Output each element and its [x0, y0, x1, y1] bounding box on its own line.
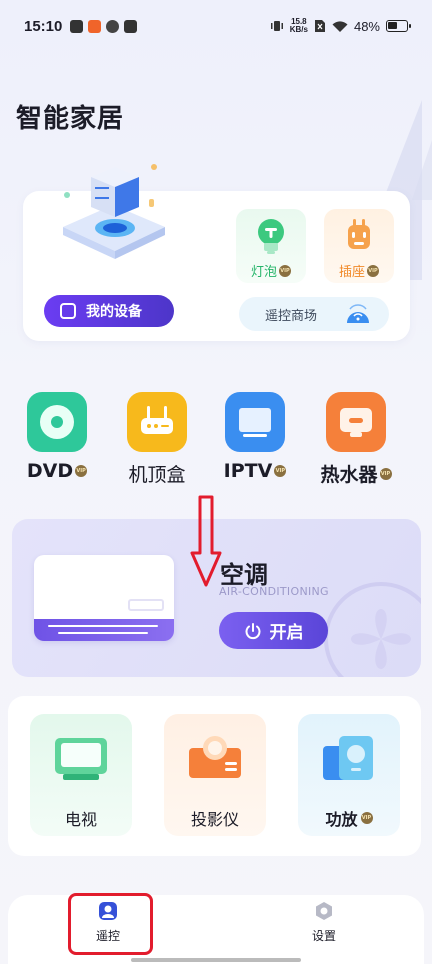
- device-label: 机顶盒: [128, 464, 186, 486]
- device-label: 热水器: [320, 464, 378, 486]
- annotation-arrow-icon: [190, 495, 222, 587]
- media-devices-card: 电视 投影仪 功放 VIP: [8, 696, 421, 856]
- device-water-heater[interactable]: 热水器 VIP: [306, 392, 406, 487]
- home-icon: [60, 303, 76, 319]
- disc-icon: [27, 392, 87, 452]
- power-icon: [245, 622, 260, 639]
- set-top-box-icon: [127, 392, 187, 452]
- vip-badge: VIP: [367, 264, 379, 277]
- nav-item-settings[interactable]: 设置: [284, 901, 364, 944]
- device-tv[interactable]: 电视: [30, 714, 132, 836]
- tv-icon: [55, 738, 107, 780]
- vip-badge: VIP: [274, 465, 287, 477]
- device-label: 功放: [325, 810, 358, 829]
- status-bar: 15:10 15.8 KB/s 48%: [0, 0, 432, 52]
- vip-badge: VIP: [279, 264, 291, 277]
- device-label: 电视: [64, 810, 97, 829]
- app-notification-icon: [106, 19, 120, 33]
- water-heater-icon: [326, 392, 386, 452]
- device-label: DVD: [26, 460, 74, 482]
- bulb-tile[interactable]: 灯泡 VIP: [236, 209, 306, 283]
- nav-label: 设置: [311, 929, 336, 943]
- device-label: 投影仪: [190, 810, 239, 829]
- speaker-icon: [323, 736, 373, 780]
- air-conditioner-icon: [34, 555, 174, 641]
- fan-decoration-icon: [324, 582, 421, 677]
- vip-badge: VIP: [75, 465, 88, 477]
- status-time: 15:10: [24, 17, 63, 35]
- device-set-top-box[interactable]: 机顶盒: [107, 392, 207, 487]
- network-speed: 15.8 KB/s: [289, 17, 308, 34]
- device-projector[interactable]: 投影仪: [164, 714, 266, 836]
- bulb-label: 灯泡: [250, 265, 277, 280]
- my-devices-label: 我的设备: [86, 304, 142, 320]
- ac-power-button[interactable]: 开启: [219, 612, 328, 649]
- wifi-icon: [332, 20, 348, 32]
- power-label: 开启: [269, 623, 304, 643]
- bulb-icon: [258, 219, 284, 254]
- battery-icon: [386, 20, 411, 32]
- device-dvd[interactable]: DVD VIP: [7, 392, 107, 482]
- device-grid: DVD VIP 机顶盒 IPTV VIP 热水器 VIP: [0, 392, 432, 492]
- app-notification-icon: [88, 19, 102, 33]
- monitor-icon: [225, 392, 285, 452]
- vip-badge: VIP: [379, 467, 392, 480]
- projector-icon: [189, 736, 241, 778]
- gesture-bar[interactable]: [131, 958, 301, 962]
- vibrate-icon: [270, 21, 283, 31]
- device-card: 我的设备 灯泡 VIP 插座 VIP 遥控商场: [23, 164, 410, 341]
- signal-cloud-icon: [347, 304, 369, 323]
- my-devices-button[interactable]: 我的设备: [44, 295, 174, 327]
- socket-label: 插座: [338, 265, 365, 280]
- remote-store-label: 遥控商场: [265, 308, 318, 324]
- annotation-highlight-box: [68, 893, 153, 955]
- server-illustration: [63, 164, 165, 259]
- gear-icon: [316, 902, 332, 920]
- device-label: IPTV: [223, 460, 273, 482]
- vip-badge: VIP: [360, 812, 373, 824]
- play-notification-icon: [124, 19, 138, 33]
- remote-store-button[interactable]: 遥控商场: [239, 297, 389, 331]
- sim-icon: [314, 20, 325, 32]
- device-iptv[interactable]: IPTV VIP: [205, 392, 305, 482]
- device-amplifier[interactable]: 功放 VIP: [298, 714, 400, 836]
- socket-tile[interactable]: 插座 VIP: [324, 209, 394, 283]
- ac-subtitle: AIR-CONDITIONING: [219, 585, 329, 598]
- page-title: 智能家居: [16, 104, 125, 134]
- mail-notification-icon: [70, 19, 84, 33]
- plug-icon: [348, 219, 370, 249]
- battery-percent: 48%: [353, 18, 380, 34]
